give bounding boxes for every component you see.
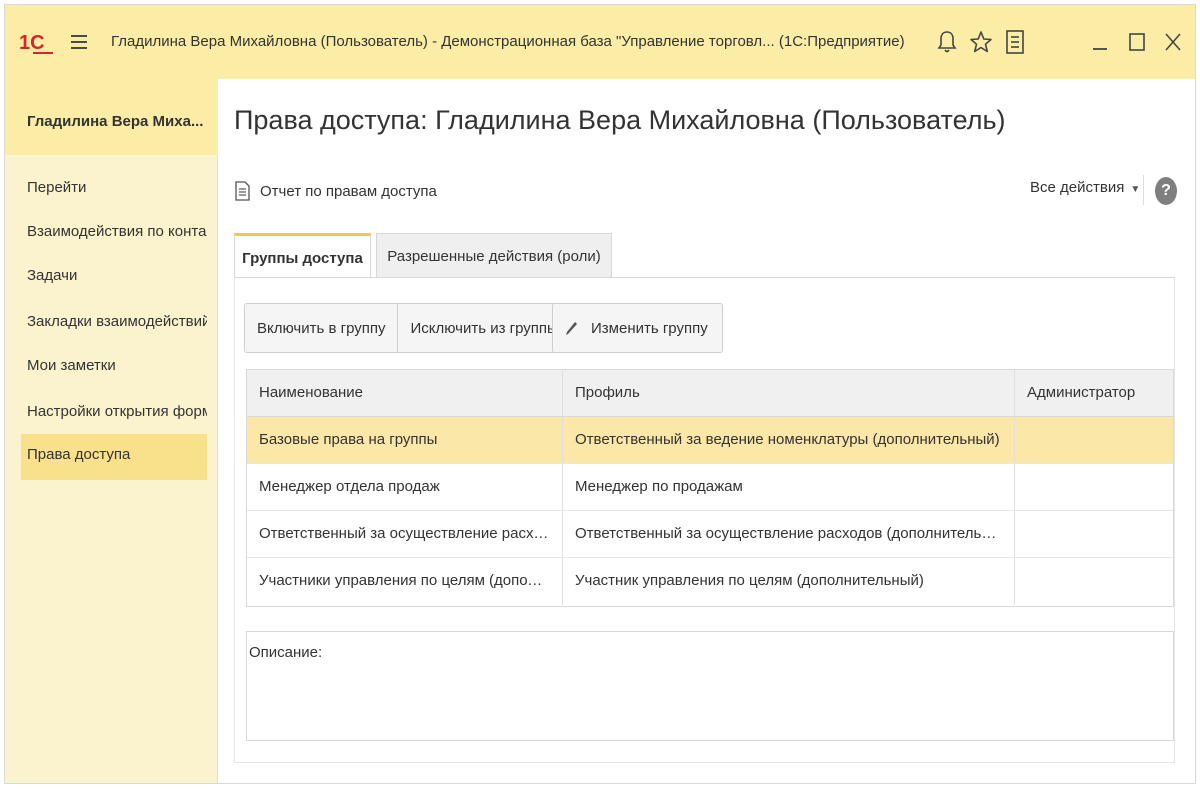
sidebar-item-label: Мои заметки bbox=[27, 357, 116, 374]
access-report-link[interactable]: Отчет по правам доступа bbox=[234, 179, 437, 203]
list-icon[interactable] bbox=[1003, 29, 1027, 55]
column-header-name[interactable]: Наименование bbox=[247, 370, 562, 416]
edit-group-label: Изменить группу bbox=[591, 319, 708, 337]
tab-label: Разрешенные действия (роли) bbox=[387, 248, 601, 265]
description-label: Описание: bbox=[249, 644, 323, 661]
column-header-profile[interactable]: Профиль bbox=[562, 370, 1014, 416]
help-button[interactable]: ? bbox=[1155, 177, 1177, 205]
table-row[interactable]: Базовые права на группы Ответственный за… bbox=[247, 417, 1173, 464]
sidebar-item-interactions[interactable]: Взаимодействия по конта... bbox=[21, 211, 207, 257]
cell-name: Базовые права на группы bbox=[259, 431, 438, 448]
cell-profile: Менеджер по продажам bbox=[562, 464, 1014, 510]
table-row[interactable]: Менеджер отдела продаж Менеджер по прода… bbox=[247, 464, 1173, 511]
cell-admin bbox=[1014, 558, 1174, 605]
sidebar-item-label: Закладки взаимодействий bbox=[27, 313, 207, 330]
sidebar-user-name: Гладилина Вера Миха... bbox=[27, 113, 204, 130]
sidebar-user-header: Гладилина Вера Миха... bbox=[5, 79, 218, 155]
cell-admin bbox=[1014, 464, 1174, 510]
page-title: Права доступа: Гладилина Вера Михайловна… bbox=[234, 105, 1006, 135]
sidebar-item-notes[interactable]: Мои заметки bbox=[21, 345, 207, 391]
sidebar-item-label: Задачи bbox=[27, 267, 78, 284]
maximize-icon[interactable] bbox=[1125, 29, 1149, 55]
cell-name: Менеджер отдела продаж bbox=[259, 478, 440, 495]
sidebar-item-access-rights[interactable]: Права доступа bbox=[21, 434, 207, 480]
tab-allowed-actions[interactable]: Разрешенные действия (роли) bbox=[376, 233, 612, 278]
close-icon[interactable] bbox=[1161, 29, 1185, 55]
description-field[interactable]: Описание: bbox=[246, 631, 1174, 741]
document-icon bbox=[235, 181, 250, 201]
cell-profile: Участник управления по целям (дополнител… bbox=[562, 558, 1014, 605]
window-title: Гладилина Вера Михайловна (Пользователь)… bbox=[111, 33, 905, 50]
sidebar-item-form-settings[interactable]: Настройки открытия форм... bbox=[21, 391, 207, 437]
sidebar-item-tasks[interactable]: Задачи bbox=[21, 255, 207, 301]
sidebar-item-label: Права доступа bbox=[27, 446, 131, 463]
divider bbox=[1143, 175, 1144, 205]
all-actions-menu[interactable]: Все действия ▼ bbox=[1030, 179, 1140, 196]
all-actions-label: Все действия bbox=[1030, 179, 1125, 196]
sidebar-item-label: Взаимодействия по конта... bbox=[27, 223, 207, 240]
sidebar-item-label: Перейти bbox=[27, 179, 87, 196]
sidebar-item-goto[interactable]: Перейти bbox=[21, 167, 207, 213]
table-row[interactable]: Участники управления по целям (дополните… bbox=[247, 558, 1173, 605]
table-header: Наименование Профиль Администратор bbox=[247, 370, 1173, 417]
1c-logo-icon[interactable]: 1С bbox=[19, 29, 55, 57]
chevron-down-icon: ▼ bbox=[1130, 184, 1141, 195]
cell-name: Ответственный за осуществление расходов bbox=[259, 525, 562, 542]
star-icon[interactable] bbox=[969, 29, 993, 55]
edit-group-button[interactable]: Изменить группу bbox=[552, 303, 723, 353]
app-window: 1С Гладилина Вера Михайловна (Пользовате… bbox=[4, 4, 1196, 784]
sidebar: Гладилина Вера Миха... Перейти Взаимодей… bbox=[5, 79, 218, 783]
cell-admin bbox=[1014, 511, 1174, 557]
access-report-label: Отчет по правам доступа bbox=[260, 182, 437, 200]
sidebar-item-bookmarks[interactable]: Закладки взаимодействий bbox=[21, 301, 207, 347]
menu-icon[interactable] bbox=[71, 35, 87, 49]
cell-profile: Ответственный за ведение номенклатуры (д… bbox=[562, 417, 1014, 463]
column-header-admin[interactable]: Администратор bbox=[1014, 370, 1174, 416]
tab-label: Группы доступа bbox=[242, 250, 363, 267]
include-in-group-button[interactable]: Включить в группу bbox=[245, 304, 397, 352]
tab-access-groups[interactable]: Группы доступа bbox=[234, 233, 371, 278]
cell-name: Участники управления по целям (дополните… bbox=[259, 572, 562, 589]
table-row[interactable]: Ответственный за осуществление расходов … bbox=[247, 511, 1173, 558]
bell-icon[interactable] bbox=[935, 29, 959, 55]
group-button-bar: Включить в группу Исключить из группы bbox=[244, 303, 571, 353]
svg-text:1С: 1С bbox=[19, 32, 45, 54]
main-panel: Права доступа: Гладилина Вера Михайловна… bbox=[218, 79, 1195, 783]
sidebar-item-label: Настройки открытия форм... bbox=[27, 403, 207, 420]
minimize-icon[interactable] bbox=[1088, 29, 1112, 55]
access-groups-table: Наименование Профиль Администратор Базов… bbox=[246, 369, 1174, 607]
cell-profile: Ответственный за осуществление расходов … bbox=[562, 511, 1014, 557]
pencil-icon bbox=[566, 322, 577, 335]
title-bar: 1С Гладилина Вера Михайловна (Пользовате… bbox=[5, 5, 1195, 79]
cell-admin bbox=[1014, 417, 1174, 463]
exclude-from-group-button[interactable]: Исключить из группы bbox=[397, 304, 569, 352]
